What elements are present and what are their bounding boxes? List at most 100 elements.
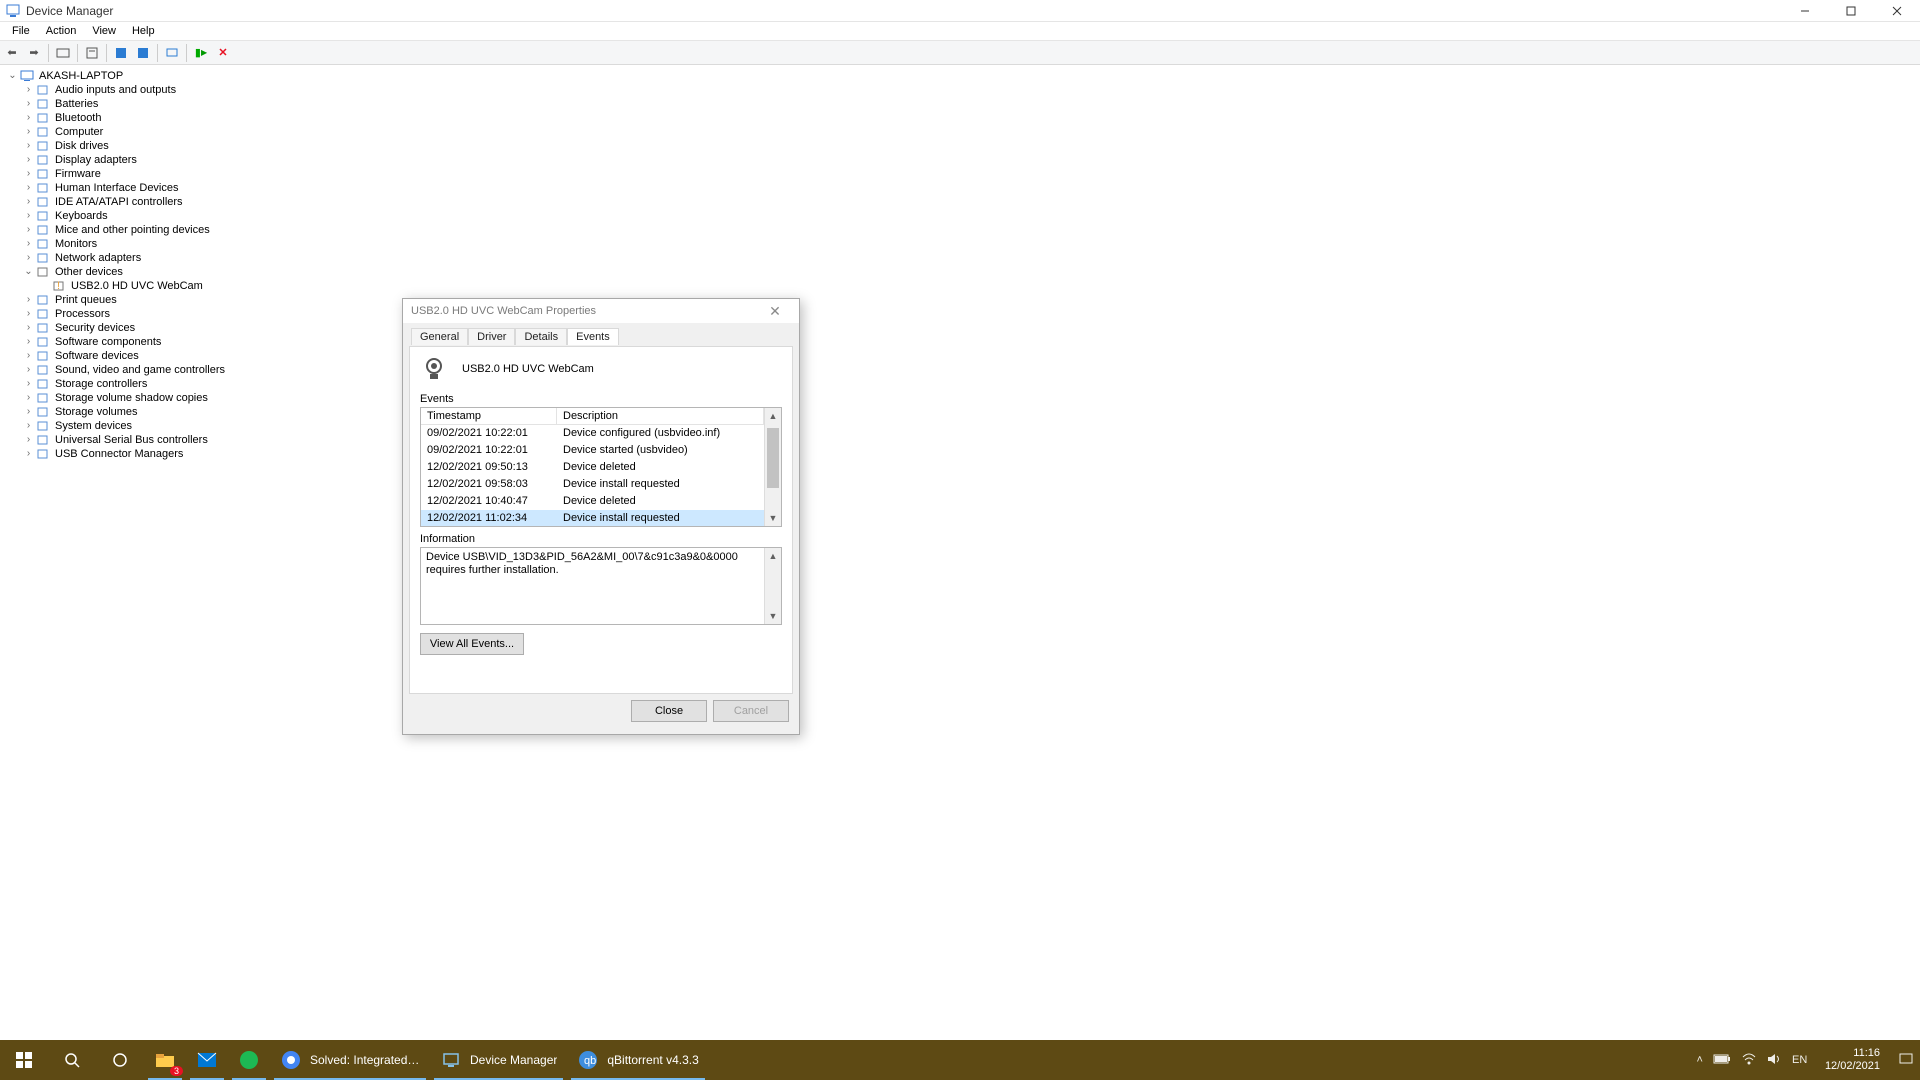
tree-item[interactable]: › Computer — [2, 125, 1918, 139]
expand-icon[interactable]: › — [22, 111, 35, 125]
scroll-up-icon[interactable]: ▲ — [765, 548, 781, 564]
cortana-icon[interactable] — [96, 1040, 144, 1080]
col-timestamp[interactable]: Timestamp — [421, 408, 557, 424]
close-button[interactable] — [1874, 0, 1920, 22]
expand-icon[interactable]: › — [22, 293, 35, 307]
tree-item[interactable]: › Sound, video and game controllers — [2, 363, 1918, 377]
scrollbar[interactable]: ▲ ▼ — [764, 408, 781, 526]
device-tree[interactable]: ⌄ AKASH-LAPTOP › Audio inputs and output… — [0, 65, 1920, 465]
tree-item[interactable]: › Firmware — [2, 167, 1918, 181]
task-qbittorrent[interactable]: qbqBittorrent v4.3.3 — [567, 1040, 708, 1080]
tree-item-other-devices[interactable]: ⌄ Other devices — [2, 265, 1918, 279]
task-chrome[interactable]: Solved: Integrated ... — [270, 1040, 430, 1080]
tree-root[interactable]: ⌄ AKASH-LAPTOP — [2, 69, 1918, 83]
expand-icon[interactable]: › — [22, 153, 35, 167]
expand-icon[interactable]: › — [22, 167, 35, 181]
expand-icon[interactable]: › — [22, 251, 35, 265]
tree-item[interactable]: › Human Interface Devices — [2, 181, 1918, 195]
scroll-down-icon[interactable]: ▼ — [765, 608, 781, 624]
tree-item[interactable]: › Processors — [2, 307, 1918, 321]
start-button[interactable] — [0, 1040, 48, 1080]
expand-icon[interactable]: › — [22, 349, 35, 363]
table-header[interactable]: Timestamp Description — [421, 408, 764, 425]
collapse-icon[interactable]: ⌄ — [6, 69, 19, 83]
tree-item[interactable]: › USB Connector Managers — [2, 447, 1918, 461]
tab-details[interactable]: Details — [515, 328, 567, 345]
information-box[interactable]: Device USB\VID_13D3&PID_56A2&MI_00\7&c91… — [420, 547, 782, 625]
task-mail[interactable] — [186, 1040, 228, 1080]
tree-item[interactable]: › Disk drives — [2, 139, 1918, 153]
tree-item[interactable]: › Security devices — [2, 321, 1918, 335]
tree-item[interactable]: › IDE ATA/ATAPI controllers — [2, 195, 1918, 209]
expand-icon[interactable]: › — [22, 307, 35, 321]
scan-icon[interactable] — [162, 43, 182, 63]
expand-icon[interactable]: › — [22, 335, 35, 349]
table-row[interactable]: 09/02/2021 10:22:01 Device started (usbv… — [421, 442, 764, 459]
tree-item[interactable]: › Batteries — [2, 97, 1918, 111]
menu-action[interactable]: Action — [38, 23, 85, 39]
expand-icon[interactable]: › — [22, 97, 35, 111]
table-row[interactable]: 12/02/2021 09:50:13 Device deleted — [421, 459, 764, 476]
view-all-events-button[interactable]: View All Events... — [420, 633, 524, 655]
expand-icon[interactable]: › — [22, 181, 35, 195]
expand-icon[interactable]: › — [22, 223, 35, 237]
tree-item[interactable]: › Storage controllers — [2, 377, 1918, 391]
wifi-icon[interactable] — [1741, 1052, 1757, 1069]
properties-icon[interactable] — [82, 43, 102, 63]
tree-item[interactable]: › System devices — [2, 419, 1918, 433]
help-icon[interactable] — [111, 43, 131, 63]
expand-icon[interactable]: › — [22, 447, 35, 461]
tree-item[interactable]: › Display adapters — [2, 153, 1918, 167]
notifications-icon[interactable] — [1898, 1052, 1914, 1069]
tree-item[interactable]: › Mice and other pointing devices — [2, 223, 1918, 237]
uninstall-icon[interactable]: ✕ — [213, 43, 233, 63]
scrollbar[interactable]: ▲ ▼ — [764, 548, 781, 624]
tree-item-webcam[interactable]: ! USB2.0 HD UVC WebCam — [2, 279, 1918, 293]
cancel-button[interactable]: Cancel — [713, 700, 789, 722]
collapse-icon[interactable]: ⌄ — [22, 265, 35, 279]
task-spotify[interactable] — [228, 1040, 270, 1080]
close-button[interactable]: Close — [631, 700, 707, 722]
search-icon[interactable] — [48, 1040, 96, 1080]
forward-icon[interactable]: ➡ — [24, 43, 44, 63]
expand-icon[interactable]: › — [22, 209, 35, 223]
table-row[interactable]: 12/02/2021 09:58:03 Device install reque… — [421, 476, 764, 493]
menu-help[interactable]: Help — [124, 23, 163, 39]
tree-item[interactable]: › Universal Serial Bus controllers — [2, 433, 1918, 447]
show-hidden-icon[interactable] — [53, 43, 73, 63]
clock[interactable]: 11:16 12/02/2021 — [1817, 1047, 1888, 1073]
tab-general[interactable]: General — [411, 328, 468, 345]
expand-icon[interactable]: › — [22, 195, 35, 209]
scroll-thumb[interactable] — [767, 428, 779, 488]
tree-item[interactable]: › Storage volumes — [2, 405, 1918, 419]
expand-icon[interactable]: › — [22, 237, 35, 251]
expand-icon[interactable]: › — [22, 139, 35, 153]
table-row[interactable]: 09/02/2021 10:22:01 Device configured (u… — [421, 425, 764, 442]
tree-item[interactable]: › Software devices — [2, 349, 1918, 363]
tree-item[interactable]: › Keyboards — [2, 209, 1918, 223]
scroll-up-icon[interactable]: ▲ — [765, 408, 781, 424]
tree-item[interactable]: › Print queues — [2, 293, 1918, 307]
tree-item[interactable]: › Network adapters — [2, 251, 1918, 265]
tree-item[interactable]: › Software components — [2, 335, 1918, 349]
maximize-button[interactable] — [1828, 0, 1874, 22]
volume-icon[interactable] — [1767, 1052, 1781, 1069]
tree-item[interactable]: › Audio inputs and outputs — [2, 83, 1918, 97]
dialog-close-icon[interactable]: ✕ — [759, 303, 791, 320]
tab-driver[interactable]: Driver — [468, 328, 515, 345]
table-row[interactable]: 12/02/2021 11:02:34 Device install reque… — [421, 510, 764, 526]
tree-item[interactable]: › Monitors — [2, 237, 1918, 251]
expand-icon[interactable]: › — [22, 377, 35, 391]
minimize-button[interactable] — [1782, 0, 1828, 22]
back-icon[interactable]: ⬅ — [2, 43, 22, 63]
expand-icon[interactable]: › — [22, 83, 35, 97]
expand-icon[interactable]: › — [22, 321, 35, 335]
tab-events[interactable]: Events — [567, 328, 619, 345]
expand-icon[interactable]: › — [22, 391, 35, 405]
tree-item[interactable]: › Storage volume shadow copies — [2, 391, 1918, 405]
task-device-manager[interactable]: Device Manager — [430, 1040, 567, 1080]
ime-icon[interactable]: ENG — [1791, 1052, 1807, 1069]
expand-icon[interactable]: › — [22, 363, 35, 377]
add-legacy-icon[interactable]: ▮▶ — [191, 43, 211, 63]
menu-view[interactable]: View — [84, 23, 124, 39]
